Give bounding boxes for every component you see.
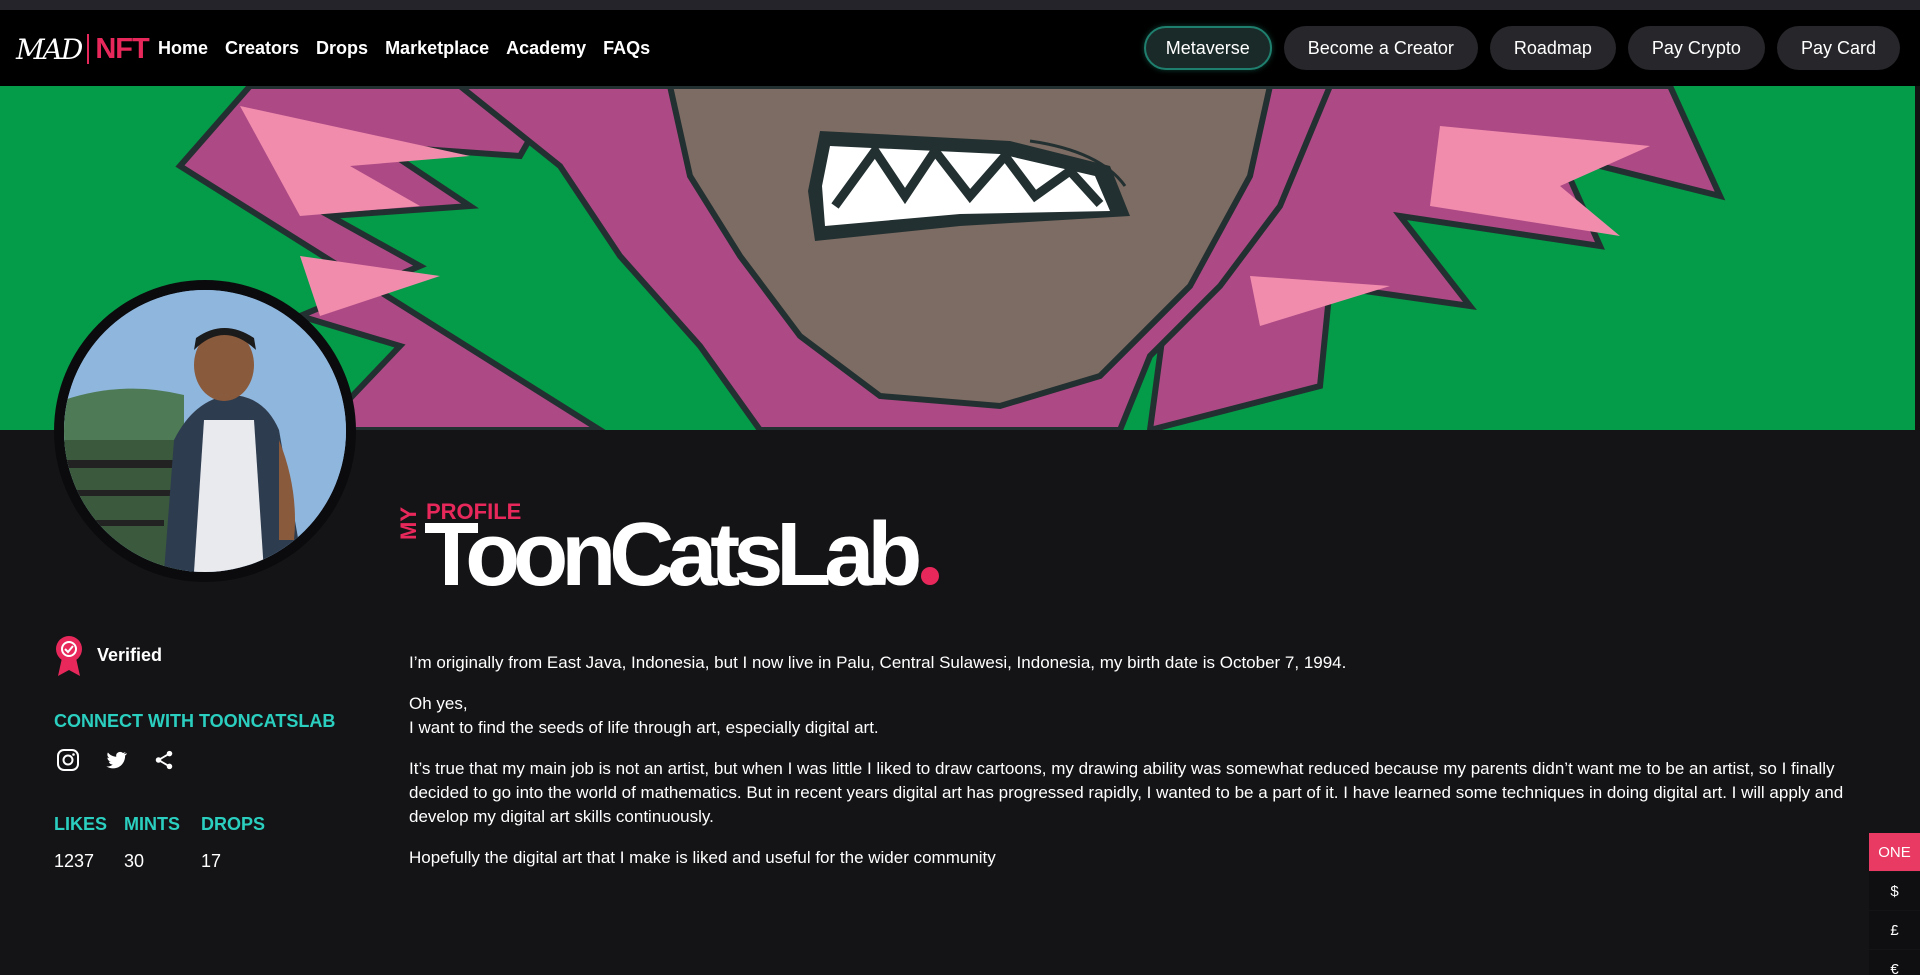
main-nav-links: Home Creators Drops Marketplace Academy … [158, 38, 667, 59]
roadmap-button[interactable]: Roadmap [1489, 26, 1616, 70]
logo-mad-text: MAD [16, 32, 83, 66]
currency-option-usd[interactable]: $ [1869, 872, 1920, 910]
profile-name-text: ToonCatsLab [424, 505, 922, 605]
twitter-icon[interactable] [102, 746, 130, 774]
bio-paragraph-3: It’s true that my main job is not an art… [409, 759, 1844, 826]
avatar-photo [64, 290, 346, 572]
share-icon[interactable] [150, 746, 178, 774]
site-logo[interactable]: MAD NFT [16, 32, 150, 66]
bio-paragraph-4: Hopefully the digital art that I make is… [409, 848, 996, 867]
logo-nft-text: NFT [95, 32, 149, 65]
pay-card-button[interactable]: Pay Card [1776, 26, 1900, 70]
nav-button-group: Metaverse Become a Creator Roadmap Pay C… [1143, 26, 1900, 70]
bio-paragraph-1: I’m originally from East Java, Indonesia… [409, 653, 1347, 672]
currency-option-one[interactable]: ONE [1869, 833, 1920, 871]
metaverse-button[interactable]: Metaverse [1143, 26, 1272, 70]
profile-avatar[interactable] [64, 290, 346, 572]
nav-link-marketplace[interactable]: Marketplace [385, 38, 489, 59]
bio-paragraph-2: Oh yes, I want to find the seeds of life … [409, 692, 1849, 740]
page-scroll-edge [1915, 86, 1920, 430]
likes-label: LIKES [54, 814, 108, 834]
mints-label: MINTS [124, 814, 180, 834]
mints-count: 30 [124, 851, 145, 871]
currency-option-eur[interactable]: € [1869, 950, 1920, 975]
connect-heading: CONNECT WITH TOONCATSLAB [54, 711, 336, 731]
nav-link-creators[interactable]: Creators [225, 38, 299, 59]
drops-count: 17 [201, 851, 222, 871]
nav-link-home[interactable]: Home [158, 38, 208, 59]
profile-name-title: ToonCatsLab [424, 510, 940, 600]
bio-line-seeds: I want to find the seeds of life through… [409, 718, 879, 737]
become-creator-button[interactable]: Become a Creator [1283, 26, 1478, 70]
browser-top-strip [0, 0, 1920, 10]
likes-count: 1237 [54, 851, 95, 871]
drops-label: DROPS [201, 814, 266, 834]
verified-ribbon-icon [56, 636, 82, 676]
bio-line-oh-yes: Oh yes, [409, 694, 468, 713]
nav-link-drops[interactable]: Drops [316, 38, 368, 59]
profile-bio: I’m originally from East Java, Indonesia… [409, 651, 1849, 887]
currency-option-gbp[interactable]: £ [1869, 911, 1920, 949]
social-links [54, 746, 178, 774]
profile-side-label: MY [396, 507, 421, 540]
top-navigation: MAD NFT Home Creators Drops Marketplace … [0, 10, 1920, 86]
pay-crypto-button[interactable]: Pay Crypto [1627, 26, 1765, 70]
verified-status: Verified [54, 634, 162, 676]
verified-label: Verified [97, 644, 163, 665]
nav-link-faqs[interactable]: FAQs [603, 38, 650, 59]
instagram-icon[interactable] [54, 746, 82, 774]
logo-divider [87, 34, 90, 64]
nav-link-academy[interactable]: Academy [506, 38, 586, 59]
title-accent-dot [921, 567, 940, 585]
